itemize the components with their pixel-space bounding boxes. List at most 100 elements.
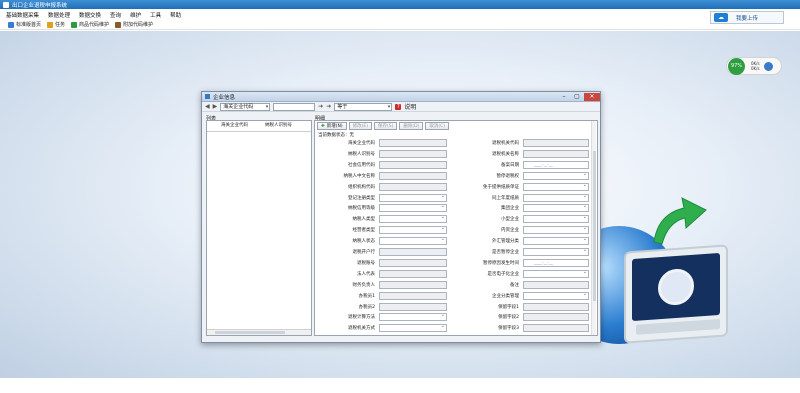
close-icon[interactable]: ✕ — [584, 92, 600, 101]
list-horizontal-scrollbar[interactable] — [207, 329, 311, 335]
field-label-right: 集团企业 — [501, 206, 519, 212]
field-input-left[interactable] — [379, 302, 447, 311]
help-label[interactable]: 说明 — [404, 102, 416, 111]
field-label-left: 纳税人类型 — [352, 217, 376, 223]
column-customs-code[interactable]: 海关企业代码 — [221, 123, 265, 131]
list-column-headers: 海关企业代码 纳税人识别号 — [207, 121, 311, 132]
column-taxpayer-id[interactable]: 纳税人识别号 — [265, 123, 309, 131]
field-select-left[interactable] — [379, 312, 447, 322]
detail-vertical-scrollbar[interactable] — [591, 121, 596, 335]
field-input-left[interactable] — [379, 160, 447, 169]
gauge-rates: 0K/s 0K/s — [751, 61, 760, 71]
delete-button[interactable]: 删除(D) — [399, 122, 424, 130]
arrow-right-2-icon[interactable]: ➜ — [326, 103, 331, 110]
field-select-right[interactable] — [523, 203, 589, 213]
field-input-right[interactable] — [523, 324, 589, 333]
field-select-right[interactable] — [523, 247, 589, 256]
dialog-title-bar: 企业信息 – ▢ ✕ — [202, 92, 600, 102]
upload-button[interactable]: ☁ 我要上传 — [710, 11, 784, 24]
menu-item-query[interactable]: 查询 — [110, 11, 121, 19]
record-list[interactable]: 海关企业代码 纳税人识别号 — [206, 120, 312, 336]
field-select-right[interactable] — [523, 225, 589, 235]
field-input-left[interactable] — [379, 291, 447, 300]
menu-item-data-processing[interactable]: 数据处理 — [48, 11, 70, 19]
field-label-right: 备案日期 — [501, 162, 519, 168]
field-label-right: 暂停原因发生时间 — [483, 260, 519, 266]
date-input[interactable]: ____-__-__ — [523, 258, 589, 267]
field-label-left: 财务负责人 — [352, 282, 376, 288]
forward-arrow-icon[interactable]: ▶ — [213, 103, 218, 110]
field-select-left[interactable] — [379, 214, 447, 224]
condition-select[interactable]: 等于 ▾ — [334, 102, 393, 111]
field-input-right[interactable] — [523, 302, 589, 311]
field-input-left[interactable] — [379, 139, 447, 147]
field-select-left[interactable] — [379, 225, 447, 235]
commodity-icon — [71, 21, 78, 28]
monitor-decoration — [624, 244, 728, 344]
menu-item-basic-data[interactable]: 基础数据采集 — [6, 11, 39, 19]
field-input-left[interactable] — [379, 149, 447, 158]
toolbar-task-button[interactable]: 任务 — [47, 21, 65, 28]
field-select-right[interactable] — [523, 171, 589, 180]
task-icon — [47, 21, 54, 28]
field-label-right: 外汇管理分类 — [492, 239, 519, 245]
field-select-right[interactable] — [523, 291, 589, 300]
field-input-left[interactable] — [379, 248, 447, 256]
field-input-right[interactable] — [523, 313, 589, 322]
field-select-right[interactable] — [523, 193, 589, 202]
save-button[interactable]: 保存(S) — [374, 122, 398, 130]
search-value-input[interactable] — [273, 102, 316, 111]
back-arrow-icon[interactable]: ◀ — [205, 103, 210, 110]
field-input-right[interactable] — [523, 139, 589, 147]
field-label-left: 退税计算方法 — [348, 315, 375, 321]
edit-button[interactable]: 修改(E) — [348, 122, 373, 130]
arrow-right-icon[interactable]: ➜ — [318, 103, 323, 110]
form-row: 财务负责人 备注 — [315, 280, 595, 290]
field-label-left: 海关企业代码 — [348, 141, 375, 146]
form-row: 纳税人状态 外汇管理分类 — [315, 236, 595, 246]
field-label-left: 办税员1 — [358, 293, 375, 299]
field-select-right[interactable] — [523, 236, 589, 246]
field-input-left[interactable] — [379, 182, 447, 191]
menu-item-maintenance[interactable]: 维护 — [130, 11, 141, 19]
field-select-right[interactable] — [523, 182, 589, 191]
menu-item-data-exchange[interactable]: 数据交换 — [79, 11, 101, 19]
help-icon[interactable]: ? — [395, 103, 402, 110]
search-field-select[interactable]: 海关企业代码 ▾ — [220, 102, 271, 111]
minimize-icon[interactable]: – — [558, 93, 570, 101]
field-input-left[interactable] — [379, 258, 447, 267]
field-select-left[interactable] — [379, 203, 447, 213]
form-row: 法人代表 是否电子化企业 — [315, 269, 595, 279]
field-input-left[interactable] — [379, 280, 447, 289]
add-button[interactable]: ✚ 新增(N) — [317, 122, 347, 130]
enterprise-info-dialog: 企业信息 – ▢ ✕ ◀ ▶ 海关企业代码 ▾ ➜ ➜ 等于 ▾ ? 说明 列表 明… — [201, 91, 601, 343]
dialog-search-toolbar: ◀ ▶ 海关企业代码 ▾ ➜ ➜ 等于 ▾ ? 说明 — [202, 102, 600, 112]
maximize-icon[interactable]: ▢ — [571, 93, 583, 101]
menu-bar: 基础数据采集 数据处理 数据交换 查询 维护 工具 帮助 — [0, 10, 800, 20]
toolbar-commodity-code-button[interactable]: 商品代码维护 — [71, 21, 109, 28]
cloud-icon: ☁ — [714, 13, 728, 22]
field-input-left[interactable] — [379, 171, 447, 180]
menu-item-help[interactable]: 帮助 — [170, 11, 181, 19]
quick-toolbar: 标准版首页 任务 商品代码维护 附加代码维护 — [0, 20, 800, 30]
field-select-left[interactable] — [379, 236, 447, 246]
field-input-right[interactable] — [523, 280, 589, 289]
network-gauge[interactable]: 97% 0K/s 0K/s — [726, 57, 782, 75]
field-label-left: 法人代表 — [357, 271, 375, 277]
field-select-left[interactable] — [379, 193, 447, 202]
toolbar-home-button[interactable]: 标准版首页 — [8, 21, 41, 28]
field-label-right: 退税机关代码 — [492, 141, 519, 146]
toolbar-extra-code-button[interactable]: 附加代码维护 — [115, 21, 153, 28]
date-input[interactable]: ____-__-__ — [523, 160, 589, 169]
cancel-button[interactable]: 取消(C) — [425, 122, 450, 130]
form-row: 纳税信用等级 集团企业 — [315, 203, 595, 213]
field-input-right[interactable] — [523, 149, 589, 158]
field-select-right[interactable] — [523, 214, 589, 224]
field-label-left: 经营者类型 — [352, 228, 376, 234]
app-title-bar: 出口企业退税申报系统 — [0, 0, 800, 9]
form-row: 社会信用代码 备案日期 ____-__-__ — [315, 160, 595, 170]
field-select-right[interactable] — [523, 269, 589, 278]
field-input-left[interactable] — [379, 269, 447, 278]
field-select-left[interactable] — [379, 323, 447, 333]
menu-item-tools[interactable]: 工具 — [150, 11, 161, 19]
